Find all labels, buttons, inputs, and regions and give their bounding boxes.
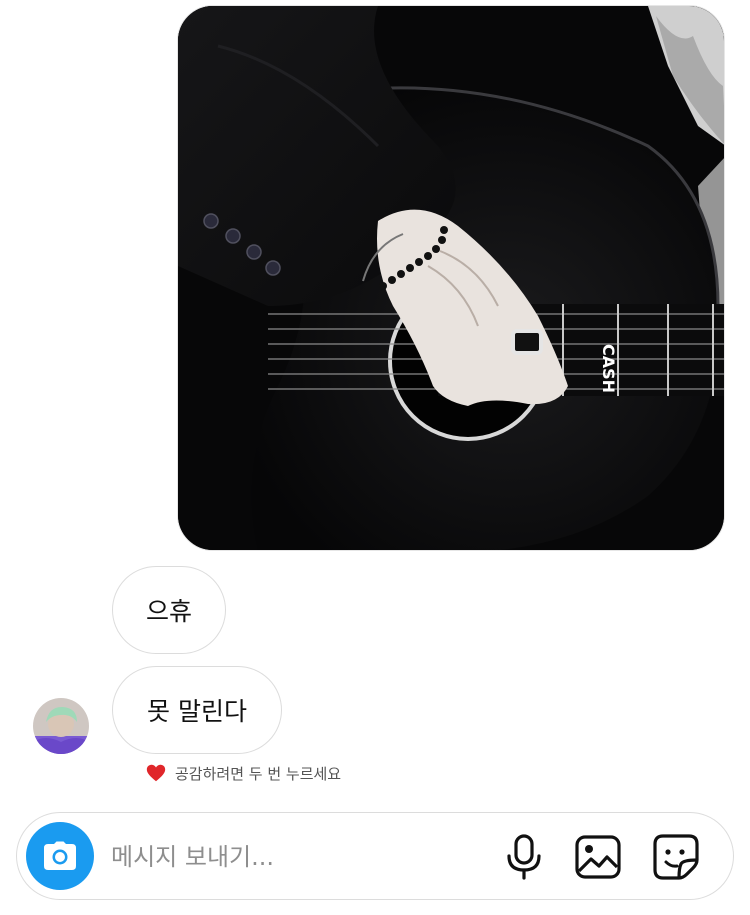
guitar-photo: CASH <box>178 6 724 550</box>
svg-text:CASH: CASH <box>599 344 618 393</box>
message-text: 으휴 <box>145 597 192 626</box>
message-text: 못 말린다 <box>147 697 247 726</box>
message-input[interactable] <box>109 833 493 881</box>
gallery-icon <box>575 835 621 879</box>
message-bubble[interactable]: 으휴 <box>112 566 226 654</box>
camera-icon <box>44 841 76 870</box>
message-composer <box>16 812 734 900</box>
sticker-button[interactable] <box>651 832 701 882</box>
camera-button[interactable] <box>26 822 94 890</box>
avatar[interactable] <box>33 698 89 754</box>
sticker-icon <box>653 834 699 880</box>
voice-message-button[interactable] <box>499 832 549 882</box>
message-bubble[interactable]: 못 말린다 <box>112 666 282 754</box>
microphone-icon <box>507 834 541 880</box>
heart-icon <box>146 764 166 782</box>
gallery-button[interactable] <box>573 832 623 882</box>
shared-photo[interactable]: CASH <box>177 5 725 551</box>
reaction-hint: 공감하려면 두 번 누르세요 <box>145 760 341 786</box>
avatar-image <box>33 698 89 754</box>
reaction-hint-text: 공감하려면 두 번 누르세요 <box>175 764 342 783</box>
